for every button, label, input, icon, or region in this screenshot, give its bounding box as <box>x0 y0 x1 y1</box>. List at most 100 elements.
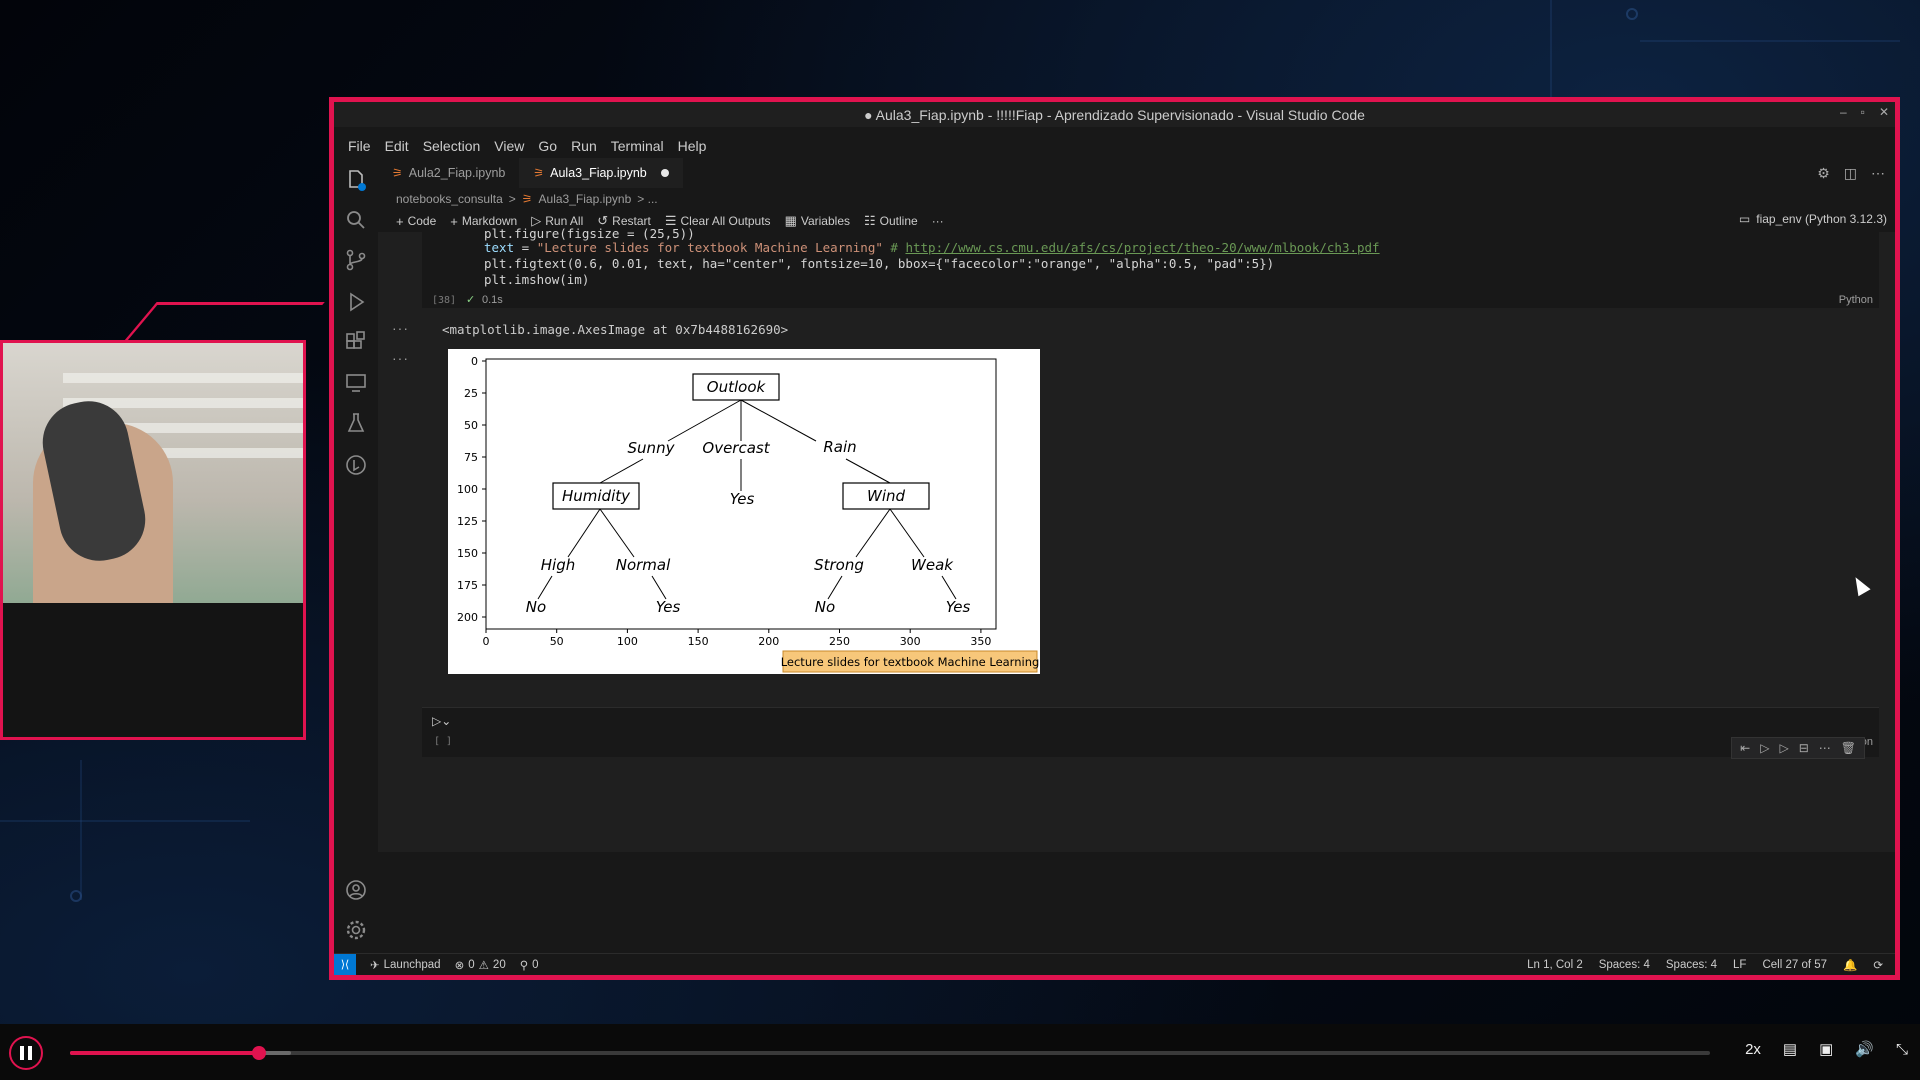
close-icon[interactable]: ✕ <box>1879 105 1889 119</box>
remote-explorer-icon[interactable] <box>344 371 368 395</box>
bell-icon[interactable]: 🔔 <box>1843 958 1857 972</box>
kernel-icon: ▭ <box>1738 212 1751 226</box>
circuit-line <box>1640 40 1900 42</box>
line-ending[interactable]: LF <box>1733 959 1746 971</box>
cursor-position[interactable]: Ln 1, Col 2 <box>1527 959 1583 971</box>
timeline-icon[interactable] <box>344 453 368 477</box>
outline-button[interactable]: ☷ Outline <box>864 213 918 229</box>
x-tick-label: 50 <box>550 635 564 648</box>
code-var: text <box>484 240 515 255</box>
exit-fullscreen-icon[interactable]: ⤡ <box>1896 1041 1908 1058</box>
video-player-bar: 2x ▤ ▣ 🔊 ⤡ <box>0 1024 1920 1080</box>
remote-indicator-icon[interactable]: ⟩⟨ <box>334 953 356 975</box>
output-menu-icon[interactable]: ··· <box>392 320 409 336</box>
menu-selection[interactable]: Selection <box>421 138 483 158</box>
overcast-branch: Overcast <box>702 439 770 457</box>
cell-more-icon[interactable]: ⋯ <box>1819 741 1831 755</box>
weak-leaf: Yes <box>946 598 971 616</box>
menu-bar: File Edit Selection View Go Run Terminal… <box>334 138 708 158</box>
testing-icon[interactable] <box>344 411 368 435</box>
breadcrumb-folder[interactable]: notebooks_consulta <box>396 192 503 206</box>
editor-tabs: ⚞ Aula2_Fiap.ipynb ⚞ Aula3_Fiap.ipynb <box>378 158 1895 188</box>
cell-language[interactable]: Python <box>1839 294 1873 306</box>
launchpad-item[interactable]: ✈ Launchpad <box>370 958 441 972</box>
menu-run[interactable]: Run <box>569 138 599 158</box>
minimize-icon[interactable]: – <box>1840 105 1847 119</box>
code-comment: # <box>890 240 906 255</box>
status-right: Ln 1, Col 2 Spaces: 4 Spaces: 4 LF Cell … <box>1527 958 1883 972</box>
seek-handle[interactable] <box>251 1046 266 1060</box>
breadcrumb-file[interactable]: Aula3_Fiap.ipynb <box>539 192 632 206</box>
split-cell-icon[interactable]: ⊟ <box>1799 741 1809 755</box>
run-cell-icon[interactable]: ▷ <box>1760 741 1769 755</box>
volume-icon[interactable]: 🔊 <box>1855 1040 1874 1058</box>
x-tick-label: 0 <box>483 635 490 648</box>
y-axis: 0 25 50 75 100 125 150 175 200 <box>457 355 486 624</box>
captions-icon[interactable]: ▤ <box>1783 1040 1797 1058</box>
run-debug-icon[interactable] <box>344 290 368 314</box>
tab-aula2[interactable]: ⚞ Aula2_Fiap.ipynb <box>378 158 519 188</box>
gear-icon[interactable] <box>344 918 368 942</box>
y-tick-label: 200 <box>457 611 478 624</box>
variables-button[interactable]: ▦ Variables <box>785 213 850 229</box>
plot-caption: Lecture slides for textbook Machine Lear… <box>781 655 1040 669</box>
more-actions-icon[interactable]: ⋯ <box>1871 165 1885 182</box>
restore-icon[interactable]: ▫ <box>1861 105 1865 119</box>
extensions-icon[interactable] <box>344 330 368 354</box>
tab-label: Aula2_Fiap.ipynb <box>408 166 506 180</box>
y-tick-label: 25 <box>464 387 478 400</box>
rocket-icon: ✈ <box>370 959 380 972</box>
problems-item[interactable]: ⊗ 0 ⚠ 20 <box>455 958 506 972</box>
unsaved-dot-icon[interactable] <box>660 169 669 177</box>
run-cell-icon[interactable]: ▷⌄ <box>432 714 451 728</box>
empty-code-cell[interactable]: ▷⌄ [ ] Python <box>422 707 1879 757</box>
strong-leaf: No <box>815 598 835 616</box>
ports-item[interactable]: ⚲ 0 <box>520 958 539 972</box>
breadcrumb-more[interactable]: > ... <box>637 192 657 206</box>
error-count: 0 <box>468 958 475 971</box>
menu-view[interactable]: View <box>492 138 526 158</box>
run-above-icon[interactable]: ⇤ <box>1740 741 1750 755</box>
cell-index[interactable]: Cell 27 of 57 <box>1762 959 1827 971</box>
y-tick-label: 100 <box>457 483 478 496</box>
menu-terminal[interactable]: Terminal <box>609 138 666 158</box>
execution-count: [38] <box>432 295 457 306</box>
toolbar-more-button[interactable]: ··· <box>932 214 944 228</box>
tab-aula3[interactable]: ⚞ Aula3_Fiap.ipynb <box>519 158 683 188</box>
sync-icon[interactable]: ⟳ <box>1873 958 1883 972</box>
player-controls: 2x ▤ ▣ 🔊 ⤡ <box>1745 1040 1908 1059</box>
notebook-icon: ⚞ <box>521 192 533 206</box>
success-check-icon: ✓ <box>466 294 476 306</box>
search-icon[interactable] <box>344 208 368 232</box>
status-bar: ⟩⟨ ✈ Launchpad ⊗ 0 ⚠ 20 ⚲ 0 Ln 1, Col 2 Spac… <box>334 953 1895 975</box>
split-editor-icon[interactable]: ◫ <box>1844 165 1857 182</box>
indentation-2[interactable]: Spaces: 4 <box>1666 959 1717 971</box>
explorer-icon[interactable] <box>344 168 368 192</box>
code-text: plt.imshow(im) <box>484 272 590 287</box>
outlook-node: Outlook <box>707 378 767 396</box>
menu-file[interactable]: File <box>346 138 373 158</box>
code-cell[interactable]: plt.figure(figsize = (25,5)) text = "Lec… <box>422 226 1879 308</box>
kernel-picker[interactable]: ▭ fiap_env (Python 3.12.3) <box>1739 212 1887 226</box>
seek-bar[interactable] <box>70 1046 1710 1060</box>
account-icon[interactable] <box>344 878 368 902</box>
menu-go[interactable]: Go <box>536 138 559 158</box>
settings-gear-icon[interactable]: ⚙ <box>1817 165 1830 182</box>
output-menu-icon[interactable]: ··· <box>392 350 409 366</box>
weak-branch: Weak <box>911 556 954 574</box>
indentation-1[interactable]: Spaces: 4 <box>1599 959 1650 971</box>
add-code-button[interactable]: + Code <box>396 214 436 229</box>
run-below-icon[interactable]: ▷ <box>1779 741 1788 755</box>
menu-help[interactable]: Help <box>676 138 709 158</box>
y-tick-label: 175 <box>457 579 478 592</box>
more-label: ··· <box>931 214 944 228</box>
webcam-feed <box>0 340 306 740</box>
picture-in-picture-icon[interactable]: ▣ <box>1819 1040 1833 1058</box>
code-link[interactable]: http://www.cs.cmu.edu/afs/cs/project/the… <box>905 240 1379 255</box>
plus-icon: + <box>396 213 404 229</box>
pause-button[interactable] <box>9 1036 43 1070</box>
menu-edit[interactable]: Edit <box>383 138 411 158</box>
playback-speed[interactable]: 2x <box>1745 1041 1761 1058</box>
source-control-icon[interactable] <box>344 248 368 272</box>
delete-cell-icon[interactable]: 🗑 <box>1841 741 1856 755</box>
